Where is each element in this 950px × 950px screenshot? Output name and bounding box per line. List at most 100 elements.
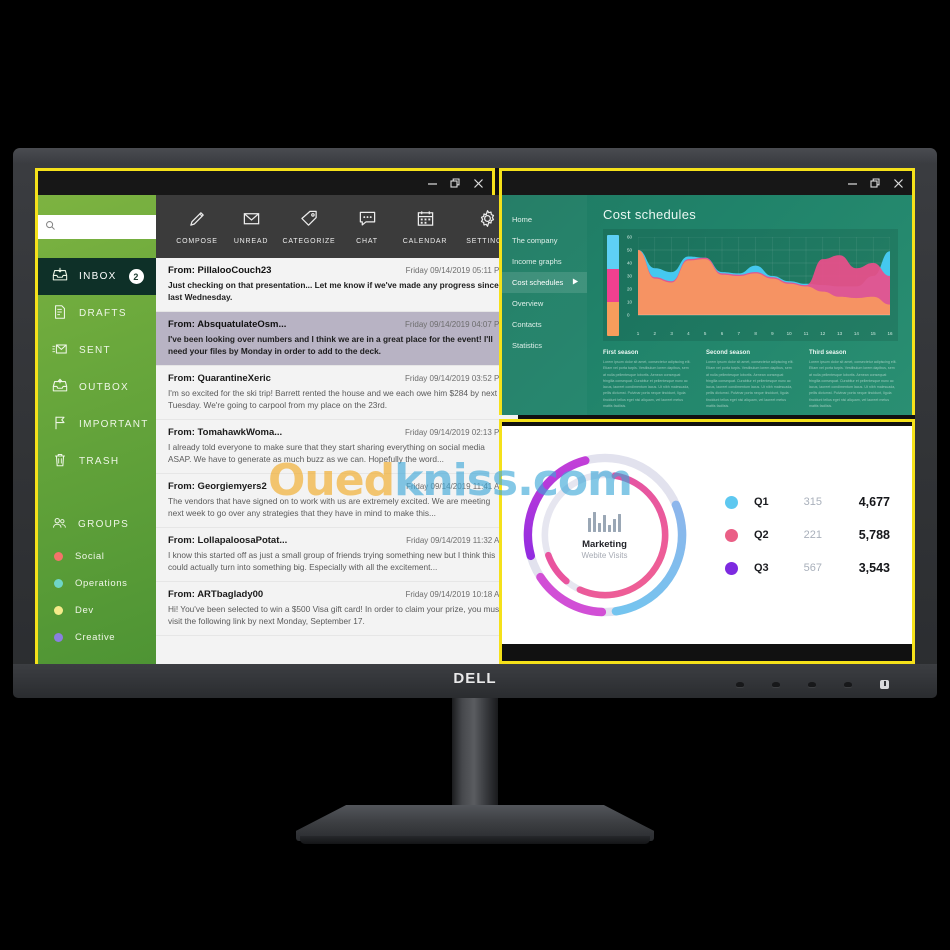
legend-row-q1: Q1 315 4,677 [725, 486, 890, 519]
presentation-nav: Home The company Income graphs Cost schedul… [502, 195, 587, 415]
toolbar-calendar-button[interactable]: CALENDAR [394, 209, 456, 245]
sidebar-item-label: IMPORTANT [79, 419, 149, 430]
search-input[interactable] [56, 221, 142, 232]
pres-nav-income-graphs[interactable]: Income graphs [502, 251, 587, 272]
x-axis-tick: 11 [803, 331, 809, 336]
email-message-list[interactable]: From: PillalooCouch23 Friday 09/14/2019 0… [156, 258, 518, 664]
x-axis-tick: 14 [853, 331, 859, 336]
group-color-dot [54, 633, 63, 642]
power-button[interactable] [880, 680, 889, 689]
sidebar-item-drafts[interactable]: DRAFTS [38, 295, 156, 332]
search-area [38, 195, 156, 258]
presentation-body: Home The company Income graphs Cost schedul… [502, 195, 912, 415]
sidebar-item-important[interactable]: IMPORTANT [38, 406, 156, 443]
email-timestamp: Friday 09/14/2019 10:18 AM [405, 590, 506, 600]
sidebar-item-trash[interactable]: TRASH [38, 443, 156, 480]
email-list-item[interactable]: From: QuarantineXeric Friday 09/14/2019 0… [156, 366, 518, 421]
email-preview: Hi! You've been selected to win a $500 V… [168, 604, 502, 627]
osd-button-3[interactable] [808, 682, 816, 687]
search-box[interactable] [38, 214, 156, 239]
sidebar-item-groups[interactable]: GROUPS [38, 506, 156, 543]
legend-secondary-value: 315 [803, 496, 822, 508]
legend-primary-value: 5,788 [858, 528, 890, 542]
area-chart-plot: 0 10 20 30 40 50 60 1 2 3 4 5 6 7 8 9 10 11 12 13 14 15 16 [627, 235, 893, 337]
x-axis-tick: 9 [771, 331, 774, 336]
email-timestamp: Friday 09/14/2019 11:32 AM [406, 536, 506, 546]
pres-nav-label: Income graphs [512, 257, 562, 266]
osd-button-4[interactable] [844, 682, 852, 687]
close-icon[interactable] [893, 178, 904, 189]
monitor-chin: DELL [13, 664, 937, 698]
mail-group-list: Social Operations Dev Creative [38, 543, 156, 651]
sidebar-item-label: TRASH [79, 456, 120, 467]
osd-button-1[interactable] [736, 682, 744, 687]
email-list-item[interactable]: From: PillalooCouch23 Friday 09/14/2019 0… [156, 258, 518, 313]
email-body: INBOX 2 DRAFTS SENT OUTBOX IMPORTANT TRASH GRO [38, 195, 518, 664]
sidebar-item-label: SENT [79, 345, 111, 356]
email-header: From: LollapaloosaPotat... Friday 09/14/2… [168, 535, 506, 546]
pres-nav-the-company[interactable]: The company [502, 230, 587, 251]
legend-secondary-value: 567 [803, 562, 822, 574]
email-list-item[interactable]: From: Georgiemyers2 Friday 09/14/2019 11:… [156, 474, 518, 529]
pres-nav-contacts[interactable]: Contacts [502, 314, 587, 335]
sidebar-item-inbox[interactable]: INBOX 2 [38, 258, 156, 295]
toolbar-unread-button[interactable]: UNREAD [224, 209, 278, 245]
close-icon[interactable] [473, 178, 484, 189]
presentation-title: Cost schedules [603, 207, 697, 222]
pres-nav-home[interactable]: Home [502, 209, 587, 230]
area-chart: 0 10 20 30 40 50 60 1 2 3 4 5 6 7 8 9 10 11 12 13 14 15 16 [603, 229, 898, 341]
toolbar-chat-button[interactable]: CHAT [340, 209, 394, 245]
group-item-operations[interactable]: Operations [38, 570, 156, 597]
minimize-icon[interactable] [847, 178, 858, 189]
x-axis-tick: 1 [636, 331, 640, 336]
sidebar-item-sent[interactable]: SENT [38, 332, 156, 369]
y-axis-tick: 0 [627, 312, 630, 318]
group-color-dot [54, 606, 63, 615]
dell-logo-text: DELL [453, 670, 497, 687]
group-item-dev[interactable]: Dev [38, 597, 156, 624]
colorbar-segment-1 [607, 235, 619, 269]
x-axis-tick: 16 [887, 331, 893, 336]
email-client-window[interactable]: INBOX 2 DRAFTS SENT OUTBOX IMPORTANT TRASH GRO [35, 168, 518, 664]
groups-icon [52, 516, 67, 534]
dashboard-window[interactable]: Marketing Webite Visits Q1 315 4,677 Q2 221 5… [499, 419, 915, 664]
chat-bubble-icon [358, 209, 377, 233]
email-preview: I know this started off as just a small … [168, 550, 496, 573]
email-list-item[interactable]: From: TomahawkWoma... Friday 09/14/2019 0… [156, 420, 518, 475]
email-list-item[interactable]: From: AbsquatulateOsm... Friday 09/14/201… [156, 312, 518, 367]
minimize-icon[interactable] [427, 178, 438, 189]
email-list-item[interactable]: From: LollapaloosaPotat... Friday 09/14/2… [156, 528, 518, 583]
pres-nav-overview[interactable]: Overview [502, 293, 587, 314]
pres-nav-cost-schedules[interactable]: Cost schedules [502, 272, 587, 293]
screenshot-stage: INBOX 2 DRAFTS SENT OUTBOX IMPORTANT TRASH GRO [0, 0, 950, 950]
email-timestamp: Friday 09/14/2019 02:13 PM [405, 428, 506, 438]
x-axis-tick: 5 [703, 331, 707, 336]
season-heading: First season [603, 350, 639, 356]
restore-icon[interactable] [450, 177, 461, 189]
group-label: Operations [75, 578, 128, 589]
y-axis-tick: 30 [627, 273, 633, 279]
legend-primary-value: 4,677 [858, 495, 890, 509]
legend-color-dot [725, 528, 738, 542]
sidebar-item-outbox[interactable]: OUTBOX [38, 369, 156, 406]
pres-nav-label: Home [512, 215, 533, 224]
presentation-window[interactable]: Home The company Income graphs Cost schedul… [499, 168, 915, 415]
group-item-social[interactable]: Social [38, 543, 156, 570]
toolbar-categorize-button[interactable]: CATEGORIZE [278, 209, 340, 245]
email-timestamp: Friday 09/14/2019 04:07 PM [405, 320, 506, 330]
colorbar-segment-2 [607, 268, 619, 303]
email-header: From: AbsquatulateOsm... Friday 09/14/201… [168, 319, 506, 330]
email-list-item[interactable]: From: ARTbaglady00 Friday 09/14/2019 10:1… [156, 582, 518, 637]
pres-nav-statistics[interactable]: Statistics [502, 335, 587, 356]
osd-button-group[interactable] [736, 680, 889, 689]
email-header: From: Georgiemyers2 Friday 09/14/2019 11:… [168, 481, 506, 492]
x-axis-tick: 4 [687, 331, 690, 336]
restore-icon[interactable] [870, 177, 881, 189]
toolbar-compose-button[interactable]: COMPOSE [170, 209, 224, 245]
group-item-creative[interactable]: Creative [38, 624, 156, 651]
gear-icon [478, 209, 497, 233]
y-axis-tick: 10 [627, 299, 633, 305]
email-header: From: ARTbaglady00 Friday 09/14/2019 10:1… [168, 589, 506, 600]
osd-button-2[interactable] [772, 682, 780, 687]
y-axis-tick: 50 [627, 247, 633, 253]
